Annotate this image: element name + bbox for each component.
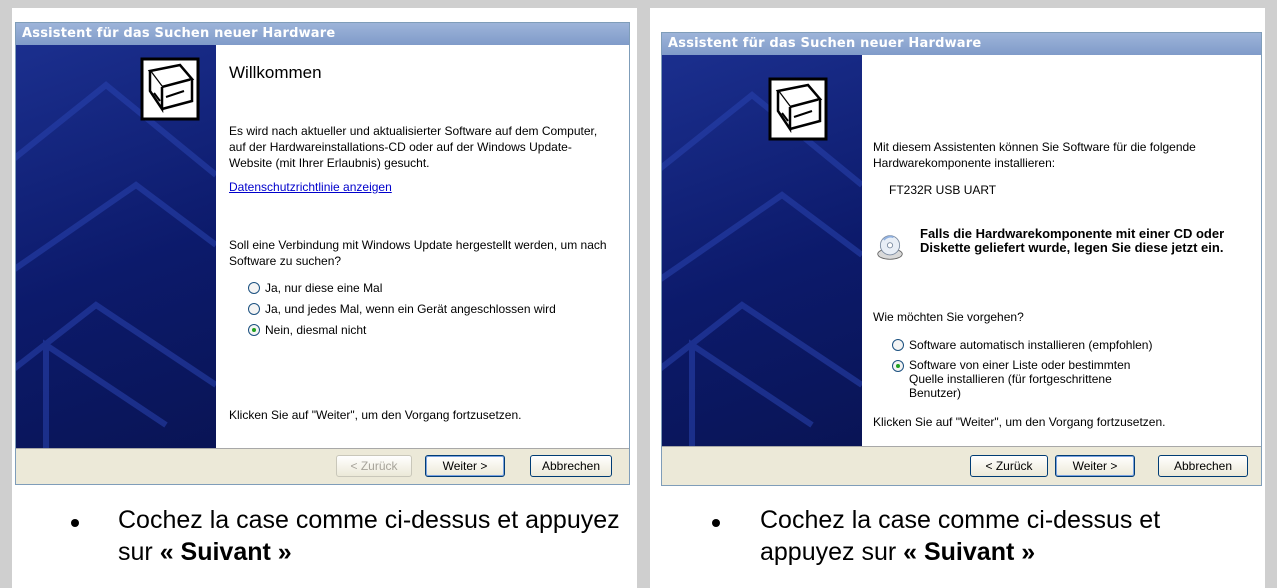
right-title-bar[interactable]: Assistent für das Suchen neuer Hardware xyxy=(662,33,1261,55)
intro-text: Es wird nach aktueller und aktualisierte… xyxy=(229,124,598,170)
radio-button[interactable] xyxy=(892,339,904,351)
radio-button[interactable] xyxy=(248,303,260,315)
footer-text: Klicken Sie auf "Weiter", um den Vorgang… xyxy=(229,408,522,422)
option-label: Nein, diesmal nicht xyxy=(265,323,367,337)
back-button[interactable]: < Zurück xyxy=(336,455,412,477)
column-divider xyxy=(637,0,650,588)
left-title-bar[interactable]: Assistent für das Suchen neuer Hardware xyxy=(16,23,629,45)
privacy-link[interactable]: Datenschutzrichtlinie anzeigen xyxy=(229,180,392,194)
right-wizard-banner xyxy=(662,55,862,447)
right-content-panel: Mit diesem Assistenten können Sie Softwa… xyxy=(862,55,1261,447)
left-wizard-banner xyxy=(16,45,216,449)
right-button-bar: < Zurück Weiter > Abbrechen xyxy=(662,446,1261,485)
left-wizard-window: Assistent für das Suchen neuer Hardware … xyxy=(15,22,630,485)
radio-button-selected[interactable] xyxy=(892,360,904,372)
device-name: FT232R USB UART xyxy=(889,183,997,197)
left-button-bar: < Zurück Weiter > Abbrechen xyxy=(16,448,629,484)
option-label: Software von einer Liste oder bestimmten… xyxy=(909,358,1131,400)
banner-pattern xyxy=(662,91,862,447)
page-title: Willkommen xyxy=(229,63,322,82)
install-options: Software automatisch installieren (empfo… xyxy=(892,338,1152,400)
update-options: Ja, nur diese eine Mal Ja, und jedes Mal… xyxy=(248,281,556,337)
option-from-list[interactable]: Software von einer Liste oder bestimmten… xyxy=(892,358,1152,400)
question-text: Soll eine Verbindung mit Windows Update … xyxy=(229,238,607,268)
cd-note: Falls die Hardwarekomponente mit einer C… xyxy=(920,226,1225,255)
option-label: Ja, nur diese eine Mal xyxy=(265,281,383,295)
option-automatic[interactable]: Software automatisch installieren (empfo… xyxy=(892,338,1152,352)
bullet-point xyxy=(712,519,720,527)
next-button[interactable]: Weiter > xyxy=(1055,455,1135,477)
right-wizard-window: Assistent für das Suchen neuer Hardware … xyxy=(661,32,1262,486)
next-button[interactable]: Weiter > xyxy=(425,455,505,477)
cancel-button[interactable]: Abbrechen xyxy=(530,455,612,477)
option-always[interactable]: Ja, und jedes Mal, wenn ein Gerät angesc… xyxy=(248,302,556,316)
caption-emphasis: « Suivant » xyxy=(159,538,292,566)
cancel-button[interactable]: Abbrechen xyxy=(1158,455,1248,477)
option-label: Software automatisch installieren (empfo… xyxy=(909,338,1153,352)
intro-text: Mit diesem Assistenten können Sie Softwa… xyxy=(873,140,1196,170)
radio-button-selected[interactable] xyxy=(248,324,260,336)
hardware-wizard-icon xyxy=(140,57,200,121)
left-caption: Cochez la case comme ci-dessus et appuye… xyxy=(118,504,638,568)
cd-icon xyxy=(877,235,903,260)
right-caption: Cochez la case comme ci-dessus et appuye… xyxy=(760,504,1190,568)
option-once[interactable]: Ja, nur diese eine Mal xyxy=(248,281,556,295)
question-text: Wie möchten Sie vorgehen? xyxy=(873,310,1024,324)
option-label: Ja, und jedes Mal, wenn ein Gerät angesc… xyxy=(265,302,556,316)
back-button[interactable]: < Zurück xyxy=(970,455,1048,477)
bullet-point xyxy=(71,519,79,527)
option-not-now[interactable]: Nein, diesmal nicht xyxy=(248,323,556,337)
radio-button[interactable] xyxy=(248,282,260,294)
hardware-wizard-icon xyxy=(768,77,828,141)
caption-emphasis: « Suivant » xyxy=(903,538,1036,566)
left-content-panel: Willkommen Es wird nach aktueller und ak… xyxy=(216,45,629,449)
footer-text: Klicken Sie auf "Weiter", um den Vorgang… xyxy=(873,415,1166,429)
